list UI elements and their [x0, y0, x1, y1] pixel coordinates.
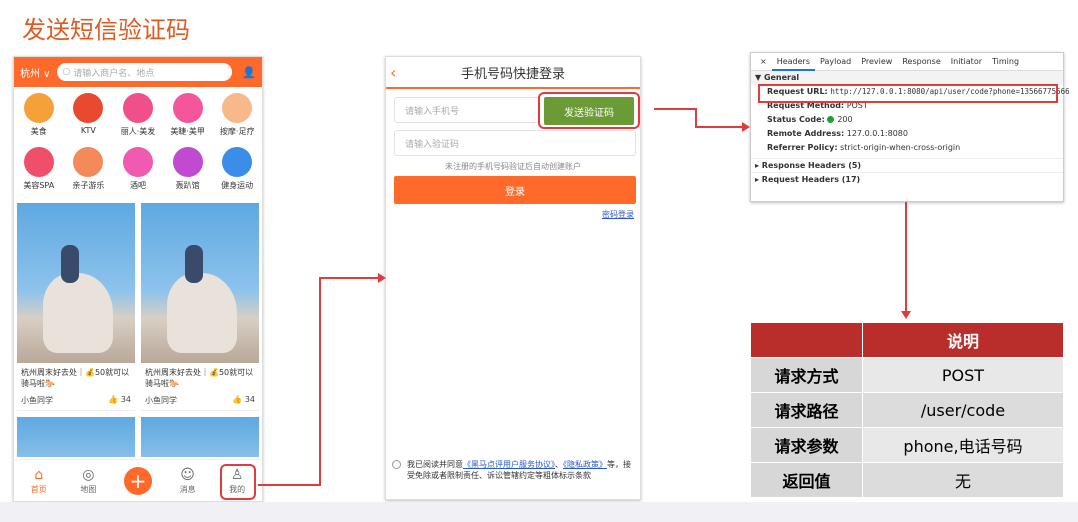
tab-preview[interactable]: Preview	[856, 57, 897, 66]
table-row: 请求参数 phone,电话号码	[750, 427, 1064, 463]
table-row: 请求路径/user/code	[750, 392, 1064, 428]
card-text: 杭州周末好去处｜💰50就可以骑马啦🐎	[21, 368, 130, 388]
arrow-head	[901, 311, 911, 319]
search-icon: ○	[62, 67, 74, 77]
category-ktv[interactable]: KTV	[64, 91, 114, 145]
table-header-desc: 说明	[862, 322, 1064, 358]
category-kids[interactable]: 亲子游乐	[64, 145, 114, 199]
feed-card[interactable]: 杭州周末好去处｜💰50就可以骑马啦🐎 小鱼同学 👍 34	[141, 203, 259, 411]
register-hint: 未注册的手机号码验证后自动创建账户	[445, 162, 581, 171]
map-icon: ◎	[82, 467, 95, 483]
remote-address-row: Remote Address: 127.0.0.1:8080	[767, 129, 908, 138]
api-table: 说明 请求方式 POST 请求路径/user/code 请求参数 phone,电话号…	[750, 322, 1064, 498]
request-headers-section[interactable]: ▸ Request Headers (17)	[751, 172, 1063, 186]
category-nails[interactable]: 美睫·美甲	[163, 91, 213, 145]
phone-input[interactable]: 请输入手机号	[394, 97, 540, 123]
feed-card[interactable]	[141, 417, 259, 457]
feed-card[interactable]: 杭州周末好去处｜💰50就可以骑马啦🐎 小鱼同学 👍 34	[17, 203, 135, 411]
response-headers-section[interactable]: ▸ Response Headers (5)	[751, 158, 1063, 172]
hair-icon	[122, 93, 153, 123]
party-mask-icon	[172, 147, 203, 177]
status-code-row: Status Code: 200	[767, 115, 853, 124]
privacy-policy-link[interactable]: 《隐私政策》	[563, 460, 607, 469]
connector-line	[258, 484, 320, 486]
tab-home[interactable]: ⌂ 首页	[19, 466, 59, 495]
agree-radio[interactable]	[392, 460, 401, 469]
plus-icon: +	[123, 466, 152, 495]
parent-child-icon	[73, 147, 104, 177]
highlight-request-url	[758, 84, 1058, 103]
login-screen: ‹ 手机号码快捷登录 请输入手机号 发送验证码 请输入验证码 未注册的手机号码验…	[385, 56, 641, 500]
connector-line	[319, 277, 321, 486]
agreement: 我已阅读并同意《黑马点评用户服务协议》、《隐私政策》等，接受免除或者限制责任、诉…	[392, 459, 638, 481]
table-row: 返回值无	[750, 462, 1064, 498]
devtools-tabs: × Headers Payload Preview Response Initi…	[751, 53, 1063, 71]
tab-add[interactable]: +	[118, 466, 158, 495]
card-likes[interactable]: 👍 34	[108, 395, 131, 406]
highlight-send-code	[538, 92, 640, 129]
card-image	[17, 203, 135, 363]
search-input[interactable]: ○ 请输入商户名、地点	[56, 63, 232, 81]
category-massage[interactable]: 按摩·足疗	[212, 91, 262, 145]
microphone-icon	[73, 93, 104, 123]
arrow-head	[742, 122, 750, 132]
status-ok-icon	[827, 116, 835, 123]
card-text: 杭州周末好去处｜💰50就可以骑马啦🐎	[145, 368, 254, 388]
search-placeholder: 请输入商户名、地点	[73, 68, 155, 79]
referrer-policy-row: Referrer Policy: strict-origin-when-cros…	[767, 143, 961, 152]
card-image	[141, 203, 259, 363]
connector-line	[695, 108, 697, 127]
food-icon	[23, 93, 54, 123]
page-title: 手机号码快捷登录	[460, 66, 565, 82]
tab-initiator[interactable]: Initiator	[946, 57, 987, 66]
connector-line	[654, 108, 696, 110]
category-bar[interactable]: 酒吧	[113, 145, 163, 199]
message-icon: ☺	[180, 467, 195, 483]
city-selector[interactable]: 杭州 ∨	[20, 65, 51, 80]
general-section[interactable]: ▼ General	[751, 71, 1063, 85]
close-icon[interactable]: ×	[755, 57, 772, 66]
tab-timing[interactable]: Timing	[987, 57, 1024, 66]
home-icon: ⌂	[34, 467, 44, 483]
user-agreement-link[interactable]: 《黑马点评用户服务协议》	[463, 460, 555, 469]
hand-icon	[222, 93, 253, 123]
category-spa[interactable]: 美容SPA	[14, 145, 64, 199]
tab-payload[interactable]: Payload	[815, 57, 856, 66]
category-grid: 美食 KTV 丽人·美发 美睫·美甲 按摩·足疗 美容SPA 亲子游乐 酒吧 轰…	[14, 87, 262, 199]
face-mask-icon	[23, 147, 54, 177]
tab-map[interactable]: ◎ 地图	[68, 466, 108, 495]
back-icon[interactable]: ‹	[390, 63, 396, 82]
footer-band	[0, 502, 1078, 522]
login-button[interactable]: 登录	[394, 176, 636, 204]
category-party[interactable]: 轰趴馆	[163, 145, 213, 199]
arrow-head	[378, 273, 386, 283]
feed-card[interactable]	[17, 417, 135, 457]
user-icon[interactable]: 👤	[240, 66, 256, 79]
code-input[interactable]: 请输入验证码	[394, 130, 636, 156]
table-row: 请求方式 POST	[750, 357, 1064, 393]
connector-line	[319, 277, 379, 279]
feed: 杭州周末好去处｜💰50就可以骑马啦🐎 小鱼同学 👍 34 杭州周末好去处｜💰50就…	[14, 199, 262, 461]
card-author: 小鱼同学	[21, 396, 53, 405]
connector-line	[905, 202, 907, 312]
tab-headers[interactable]: Headers	[771, 53, 815, 71]
category-fitness[interactable]: 健身运动	[212, 145, 262, 199]
card-author: 小鱼同学	[145, 396, 177, 405]
login-header: ‹ 手机号码快捷登录	[386, 57, 640, 89]
password-login-link[interactable]: 密码登录	[602, 209, 634, 220]
highlight-mine	[220, 464, 256, 500]
category-hair[interactable]: 丽人·美发	[113, 91, 163, 145]
card-likes[interactable]: 👍 34	[232, 395, 255, 406]
devtools-panel: × Headers Payload Preview Response Initi…	[750, 52, 1070, 202]
tab-messages[interactable]: ☺ 消息	[168, 466, 208, 495]
nails-icon	[172, 93, 203, 123]
cocktail-icon	[122, 147, 153, 177]
dumbbell-icon	[222, 147, 253, 177]
home-header: 杭州 ∨ ○ 请输入商户名、地点 👤	[14, 57, 262, 87]
slide-title: 发送短信验证码	[22, 16, 190, 44]
category-food[interactable]: 美食	[14, 91, 64, 145]
tab-response[interactable]: Response	[897, 57, 945, 66]
home-screen: 杭州 ∨ ○ 请输入商户名、地点 👤 美食 KTV 丽人·美发 美睫·美甲 按摩…	[13, 56, 263, 502]
connector-line	[695, 126, 743, 128]
